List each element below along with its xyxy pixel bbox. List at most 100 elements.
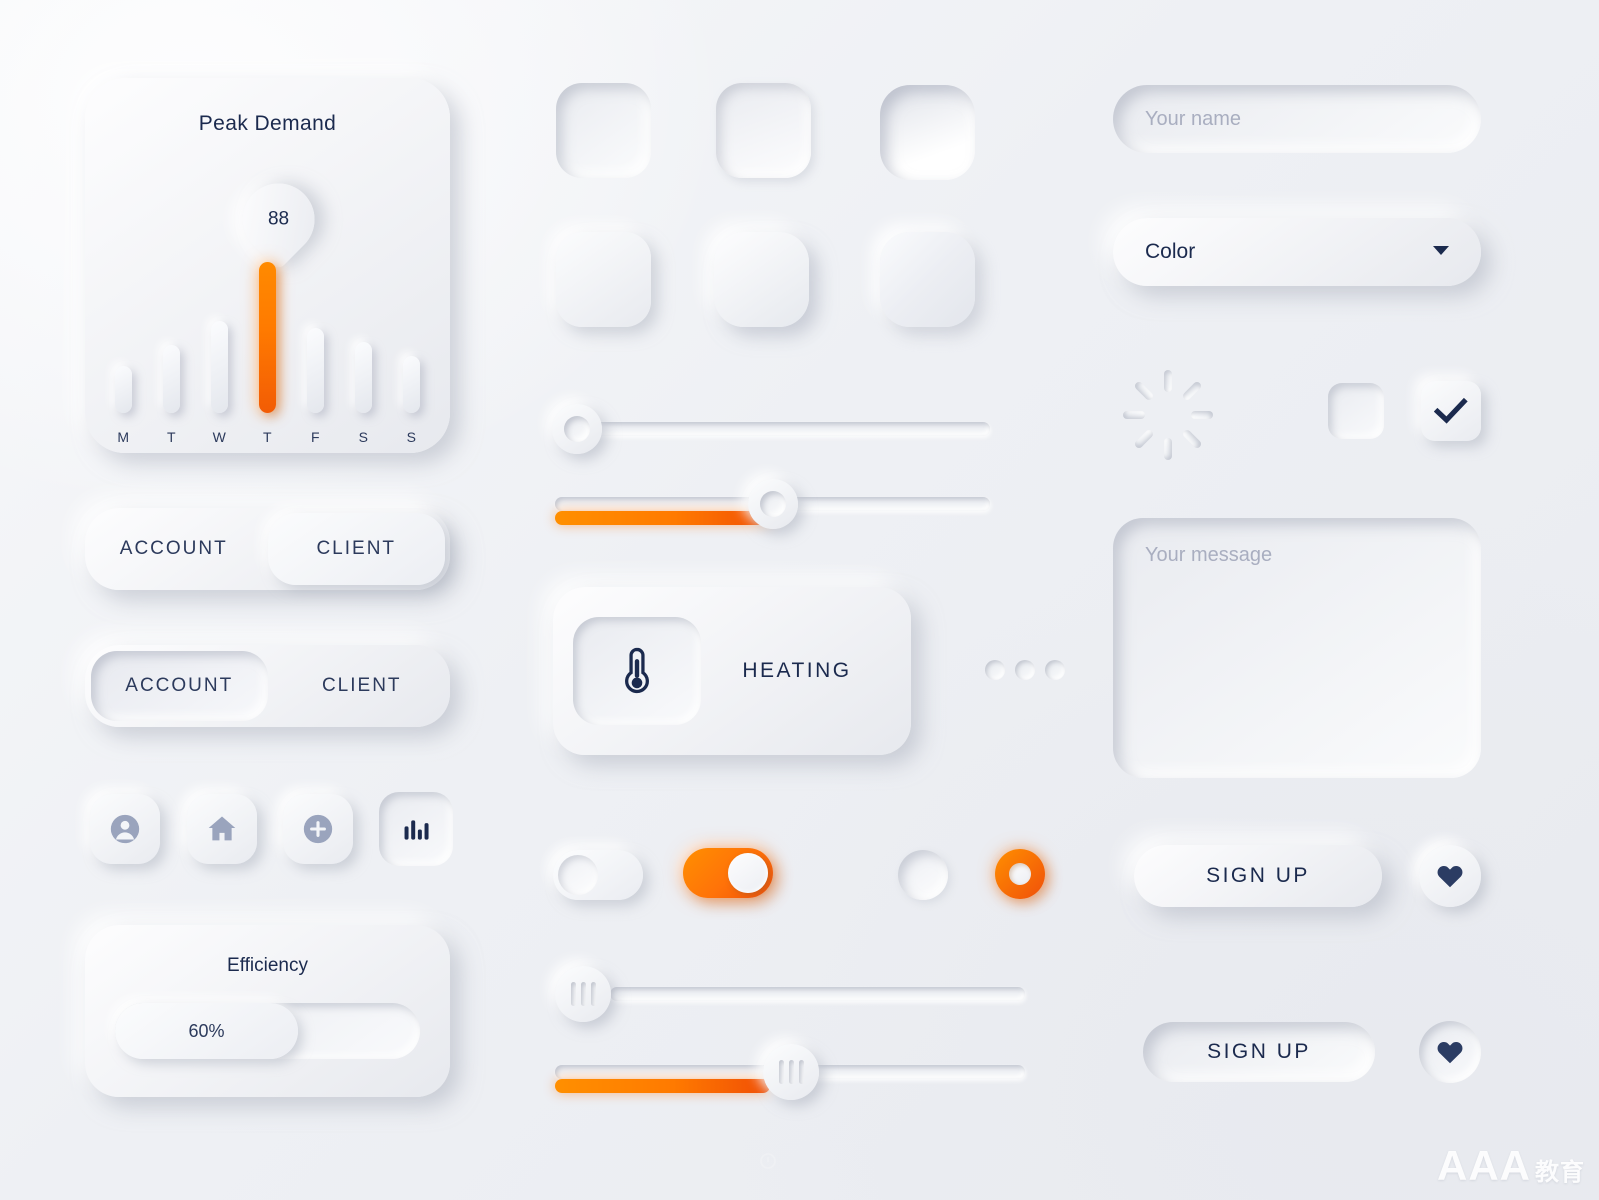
grip-line	[788, 1060, 794, 1084]
toggle-thumb	[558, 855, 598, 895]
toggle-thumb	[728, 853, 768, 893]
square-raised-1[interactable]	[556, 232, 651, 327]
favorite-button-inset[interactable]	[1419, 1021, 1481, 1083]
spinner-spoke	[1163, 369, 1172, 392]
efficiency-value: 60%	[188, 1020, 225, 1041]
bar-highlighted	[259, 262, 276, 413]
grip-line	[570, 982, 576, 1006]
check-icon	[1434, 397, 1468, 424]
spinner-spoke	[1122, 410, 1145, 419]
checkbox-unchecked[interactable]	[1328, 383, 1384, 439]
square-raised-bevel[interactable]	[880, 232, 975, 327]
checkbox-checked[interactable]	[1421, 381, 1481, 441]
efficiency-progress-track: 60%	[115, 1003, 420, 1059]
signup-button-inset[interactable]: SIGN UP	[1143, 1022, 1375, 1082]
segment-account-bottom[interactable]: ACCOUNT	[91, 651, 268, 721]
peak-demand-title: Peak Demand	[198, 112, 337, 135]
segmented-control-top[interactable]: ACCOUNT CLIENT	[85, 508, 450, 590]
message-textarea[interactable]: Your message	[1113, 518, 1481, 778]
watermark-main: AAA	[1437, 1142, 1531, 1189]
slider-ribbed-empty[interactable]	[555, 966, 1025, 1022]
bar-label: S	[358, 429, 369, 445]
segment-account-top[interactable]: ACCOUNT	[85, 508, 263, 590]
segment-client-top[interactable]: CLIENT	[267, 513, 445, 585]
slider-handle[interactable]	[552, 404, 602, 454]
heart-icon	[1437, 866, 1463, 888]
heating-icon-tile[interactable]	[573, 617, 701, 725]
efficiency-progress-fill: 60%	[115, 1003, 298, 1059]
slider-handle[interactable]	[555, 966, 611, 1022]
slider-fill	[555, 1079, 770, 1093]
grip-line	[778, 1060, 784, 1084]
user-button[interactable]	[90, 794, 160, 864]
bar-chart-icon	[404, 820, 429, 840]
grip-line	[590, 982, 596, 1006]
radio-selected[interactable]	[995, 849, 1045, 899]
heating-label: HEATING	[742, 659, 852, 682]
chevron-down-icon[interactable]	[1431, 243, 1451, 262]
color-select[interactable]: Color	[1113, 218, 1481, 286]
center-logo-watermark	[760, 1150, 796, 1172]
efficiency-card: Efficiency 60%	[85, 925, 450, 1097]
spinner-spoke	[1132, 379, 1155, 402]
bar-label: W	[212, 429, 227, 445]
slider-track[interactable]	[610, 987, 1025, 1001]
bar	[355, 342, 372, 413]
favorite-button-raised[interactable]	[1419, 845, 1481, 907]
pagination-dot-3[interactable]	[1045, 660, 1065, 680]
bar	[115, 366, 132, 413]
bar-label: M	[117, 429, 130, 445]
spinner-spoke	[1190, 410, 1213, 419]
square-inset-1[interactable]	[556, 83, 651, 178]
bar	[211, 321, 228, 413]
segmented-control-bottom[interactable]: ACCOUNT CLIENT	[85, 645, 450, 727]
stats-button[interactable]	[379, 792, 453, 866]
square-inset-deep[interactable]	[880, 85, 975, 180]
bar-label: T	[166, 429, 177, 445]
bar-label: F	[310, 429, 321, 445]
bar	[307, 328, 324, 413]
thermometer-icon	[625, 647, 649, 694]
bar-label: T	[262, 429, 273, 445]
bar-label: S	[406, 429, 417, 445]
watermark: AAA 教育	[1437, 1142, 1585, 1190]
slider-handle[interactable]	[748, 479, 798, 529]
slider-fill	[555, 511, 773, 525]
message-placeholder: Your message	[1145, 544, 1273, 566]
plus-circle-icon	[303, 814, 333, 844]
segment-client-bottom[interactable]: CLIENT	[274, 645, 451, 727]
bar	[403, 356, 420, 413]
peak-demand-value: 88	[267, 208, 289, 230]
slider-ribbed-filled[interactable]	[555, 1044, 1025, 1100]
peak-demand-card: Peak Demand 88 M T W T F S S	[85, 78, 450, 453]
heart-icon	[1437, 1042, 1463, 1064]
efficiency-title: Efficiency	[227, 955, 308, 976]
signup-button-raised[interactable]: SIGN UP	[1134, 845, 1382, 907]
grip-line	[798, 1060, 804, 1084]
toggle-off[interactable]	[553, 850, 643, 900]
toggle-on[interactable]	[683, 848, 773, 898]
spinner-spoke	[1180, 379, 1203, 402]
slider-circle-filled[interactable]	[555, 479, 990, 529]
heating-card[interactable]: HEATING	[553, 587, 911, 755]
add-button[interactable]	[283, 794, 353, 864]
grip-line	[580, 982, 586, 1006]
square-raised-2[interactable]	[714, 232, 809, 327]
home-icon	[208, 816, 236, 841]
peak-demand-bar-chart: MTWTFSS	[115, 248, 420, 453]
name-input-placeholder: Your name	[1145, 107, 1241, 130]
spinner-spoke	[1180, 427, 1203, 450]
home-button[interactable]	[187, 794, 257, 864]
bar	[163, 345, 180, 413]
pagination-dot-2[interactable]	[1015, 660, 1035, 680]
pagination-dot-1[interactable]	[985, 660, 1005, 680]
loading-spinner-icon	[1115, 362, 1220, 467]
slider-handle[interactable]	[763, 1044, 819, 1100]
watermark-sub: 教育	[1535, 1159, 1585, 1186]
color-select-label: Color	[1145, 240, 1196, 263]
square-inset-2[interactable]	[716, 83, 811, 178]
slider-track[interactable]	[570, 422, 990, 436]
radio-unselected[interactable]	[898, 850, 948, 900]
slider-circle-empty[interactable]	[552, 404, 990, 454]
name-input[interactable]: Your name	[1113, 85, 1481, 153]
